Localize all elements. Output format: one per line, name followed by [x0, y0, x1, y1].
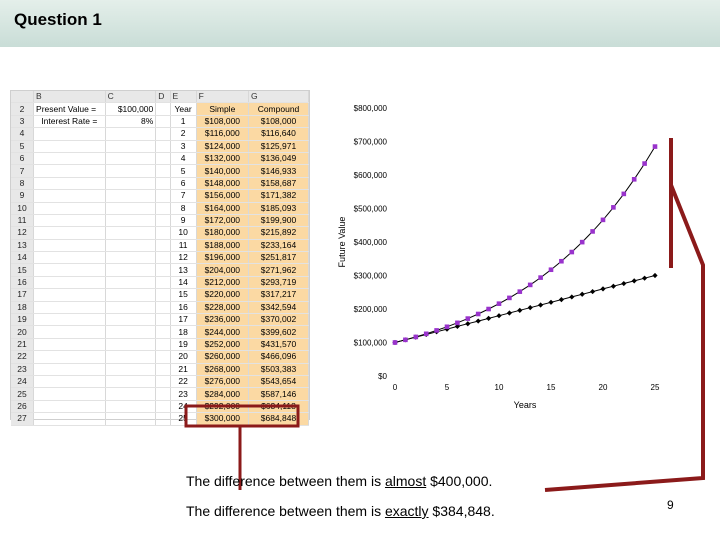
annotation-brackets — [184, 138, 705, 492]
page-number: 9 — [667, 498, 674, 512]
caption-exactly: The difference between them is exactly $… — [186, 503, 495, 519]
caption-underline: exactly — [384, 503, 429, 519]
caption-text: $400,000. — [426, 473, 493, 489]
exact-pointer-line — [544, 184, 705, 492]
caption-almost: The difference between them is almost $4… — [186, 473, 492, 489]
result-highlight-box — [184, 404, 300, 428]
caption-text: $384,848. — [428, 503, 495, 519]
caption-underline: almost — [384, 473, 427, 489]
caption-text: The difference between them is — [186, 473, 385, 489]
caption-text: The difference between them is — [186, 503, 385, 519]
